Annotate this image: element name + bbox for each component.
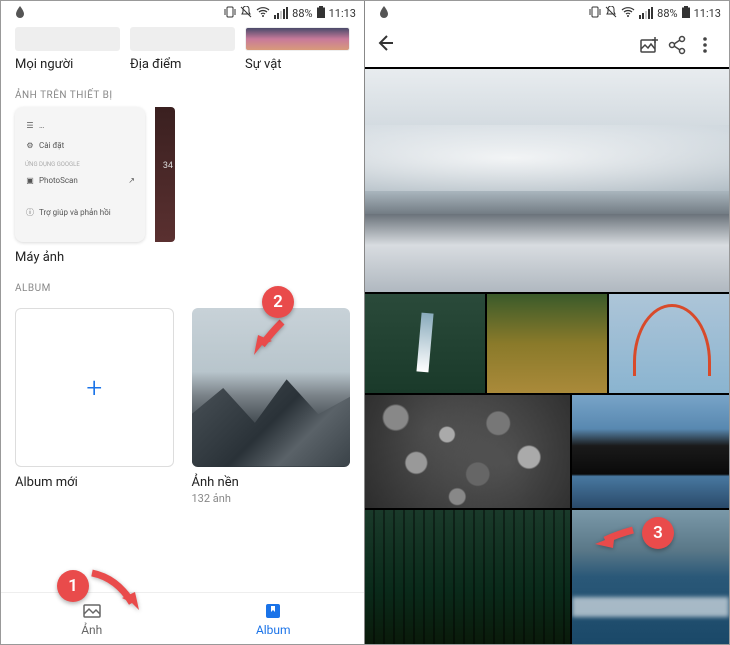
- annotation-arrow-1: [87, 568, 147, 618]
- menu-item-help[interactable]: ⓘ Trợ giúp và phản hồi: [21, 202, 139, 222]
- menu-item-settings[interactable]: ⚙ Cài đặt: [21, 135, 139, 155]
- phone-screen-right: 88% 11:13: [365, 1, 729, 644]
- photo-thumb[interactable]: [609, 294, 729, 393]
- mute-icon: [240, 6, 252, 21]
- gear-icon: ⚙: [25, 140, 35, 150]
- battery-percent: 88%: [292, 7, 312, 20]
- status-time: 11:13: [329, 7, 356, 20]
- album-count: 132 ảnh: [192, 492, 351, 505]
- photo-thumb[interactable]: [365, 510, 570, 644]
- annotation-arrow-3: [593, 522, 637, 556]
- photo-thumb[interactable]: [487, 294, 607, 393]
- photo-thumb[interactable]: [572, 395, 729, 509]
- category-thumb: [15, 27, 120, 51]
- notification-drop-icon: [379, 6, 389, 21]
- menu-item-hidden[interactable]: ☰…: [21, 115, 139, 135]
- annotation-badge-2: 2: [262, 286, 294, 318]
- annotation-badge-1: 1: [57, 570, 89, 602]
- battery-percent: 88%: [657, 7, 677, 20]
- menu-item-photoscan[interactable]: ▣ PhotoScan ↗: [21, 170, 139, 190]
- battery-icon: [682, 6, 690, 21]
- album-icon: [263, 601, 283, 621]
- wifi-icon: [621, 6, 635, 21]
- album-row: + Album mới Ảnh nền 132 ảnh: [1, 300, 364, 505]
- back-button[interactable]: [375, 33, 395, 58]
- category-thumb: [245, 27, 350, 51]
- category-thumb: [130, 27, 235, 51]
- phone-screen-left: 88% 11:13 Mọi người Địa điểm Sự vật ẢNH …: [1, 1, 365, 644]
- album-new-box: +: [15, 308, 174, 467]
- photo-thumb[interactable]: [365, 294, 485, 393]
- album-new[interactable]: + Album mới: [15, 308, 174, 505]
- menu-section-header: ỨNG DỤNG GOOGLE: [21, 155, 139, 170]
- category-places[interactable]: Địa điểm: [130, 27, 235, 72]
- status-time: 11:13: [694, 7, 721, 20]
- nav-label: Ảnh: [81, 623, 102, 637]
- nav-label: Album: [256, 623, 291, 637]
- photo-grid: [365, 67, 729, 644]
- scan-icon: ▣: [25, 175, 35, 185]
- more-button[interactable]: [691, 35, 719, 55]
- photo-thumb[interactable]: [365, 395, 570, 509]
- status-bar: 88% 11:13: [1, 1, 364, 23]
- category-people[interactable]: Mọi người: [15, 27, 120, 72]
- battery-icon: [317, 6, 325, 21]
- annotation-badge-3: 3: [642, 517, 674, 549]
- section-device-header: ẢNH TRÊN THIẾT BỊ: [1, 72, 364, 107]
- signal-icon: [639, 7, 653, 19]
- category-row: Mọi người Địa điểm Sự vật: [1, 27, 364, 72]
- device-photos-row: ☰… ⚙ Cài đặt ỨNG DỤNG GOOGLE ▣ PhotoScan…: [1, 107, 364, 242]
- album-title: Album mới: [15, 475, 174, 490]
- external-link-icon: ↗: [128, 176, 135, 185]
- album-detail-header: [365, 23, 729, 67]
- device-album-thumb[interactable]: 34: [155, 107, 175, 242]
- add-photo-button[interactable]: [635, 35, 663, 55]
- device-album-label: Máy ảnh: [1, 242, 364, 265]
- category-things[interactable]: Sự vật: [245, 27, 350, 72]
- annotation-arrow-2: [250, 317, 292, 363]
- section-album-header: ALBUM: [1, 265, 364, 300]
- status-bar: 88% 11:13: [365, 1, 729, 23]
- notification-drop-icon: [15, 6, 25, 21]
- vibrate-icon: [224, 6, 236, 21]
- vibrate-icon: [589, 6, 601, 21]
- nav-album[interactable]: Album: [183, 593, 365, 644]
- share-button[interactable]: [663, 35, 691, 55]
- overflow-menu-card: ☰… ⚙ Cài đặt ỨNG DỤNG GOOGLE ▣ PhotoScan…: [15, 107, 145, 242]
- plus-icon: +: [86, 371, 102, 404]
- mute-icon: [605, 6, 617, 21]
- wifi-icon: [256, 6, 270, 21]
- album-title: Ảnh nền: [192, 475, 351, 490]
- help-icon: ⓘ: [25, 207, 35, 217]
- photo-hero[interactable]: [365, 69, 729, 292]
- signal-icon: [274, 7, 288, 19]
- bottom-nav: Ảnh Album: [1, 592, 364, 644]
